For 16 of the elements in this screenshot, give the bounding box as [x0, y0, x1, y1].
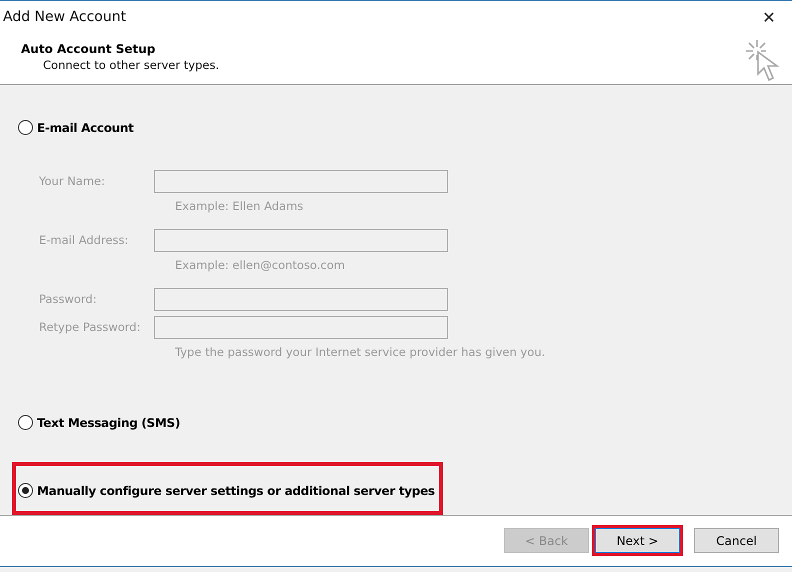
field-label: Your Name: — [39, 174, 106, 188]
field-label: E-mail Address: — [39, 233, 130, 247]
field-hint: Example: Ellen Adams — [174, 199, 304, 213]
field-label: Retype Password: — [39, 320, 142, 334]
field-hint: Example: ellen@contoso.com — [174, 258, 346, 272]
page-title: Auto Account Setup — [21, 42, 156, 56]
dialog-button[interactable]: Cancel — [694, 528, 779, 554]
field-label: Password: — [39, 292, 98, 306]
cursor-click-icon — [744, 38, 780, 84]
dialog-button[interactable]: Next > — [595, 528, 680, 554]
page-subtitle: Connect to other server types. — [43, 58, 220, 72]
radio-option[interactable]: Text Messaging (SMS) — [18, 415, 180, 430]
field-hint: Type the password your Internet service provider has given you. — [174, 345, 546, 359]
close-button[interactable]: ✕ — [746, 1, 792, 33]
window-title: Add New Account — [3, 9, 126, 25]
radio-option[interactable]: Manually configure server settings or additional server types — [18, 483, 435, 498]
